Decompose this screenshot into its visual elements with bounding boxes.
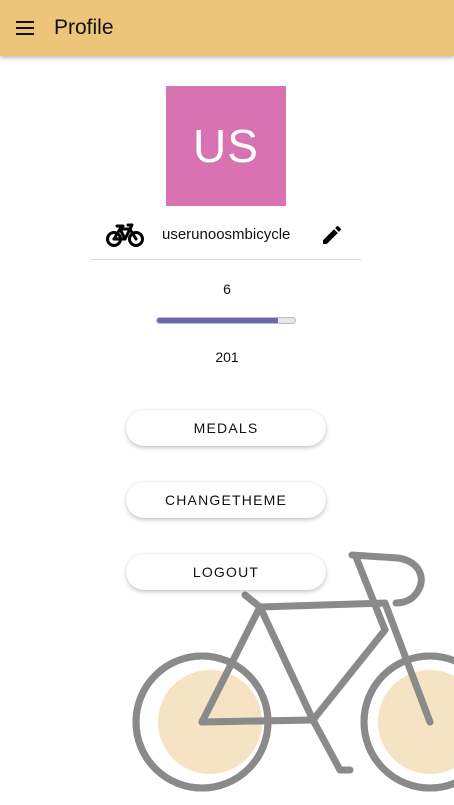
user-level: 6 xyxy=(223,281,231,297)
user-info-row: userunoosmbicycle xyxy=(90,211,361,260)
logout-button[interactable]: LOGOUT xyxy=(126,554,326,590)
avatar: US xyxy=(166,86,286,206)
edit-username-button[interactable] xyxy=(320,223,344,247)
bicycle-icon xyxy=(106,223,144,247)
menu-icon xyxy=(16,21,34,35)
medals-button[interactable]: MEDALS xyxy=(126,410,326,446)
menu-button[interactable] xyxy=(12,14,40,42)
level-progress-bar xyxy=(156,317,296,324)
app-bar: Profile xyxy=(0,0,454,56)
avatar-initials: US xyxy=(193,120,259,172)
user-points: 201 xyxy=(215,349,239,365)
level-progress-fill xyxy=(157,318,279,323)
username: userunoosmbicycle xyxy=(162,226,291,243)
change-theme-button[interactable]: CHANGETHEME xyxy=(126,482,326,518)
page-title: Profile xyxy=(54,16,114,39)
edit-pencil-icon xyxy=(323,225,342,244)
